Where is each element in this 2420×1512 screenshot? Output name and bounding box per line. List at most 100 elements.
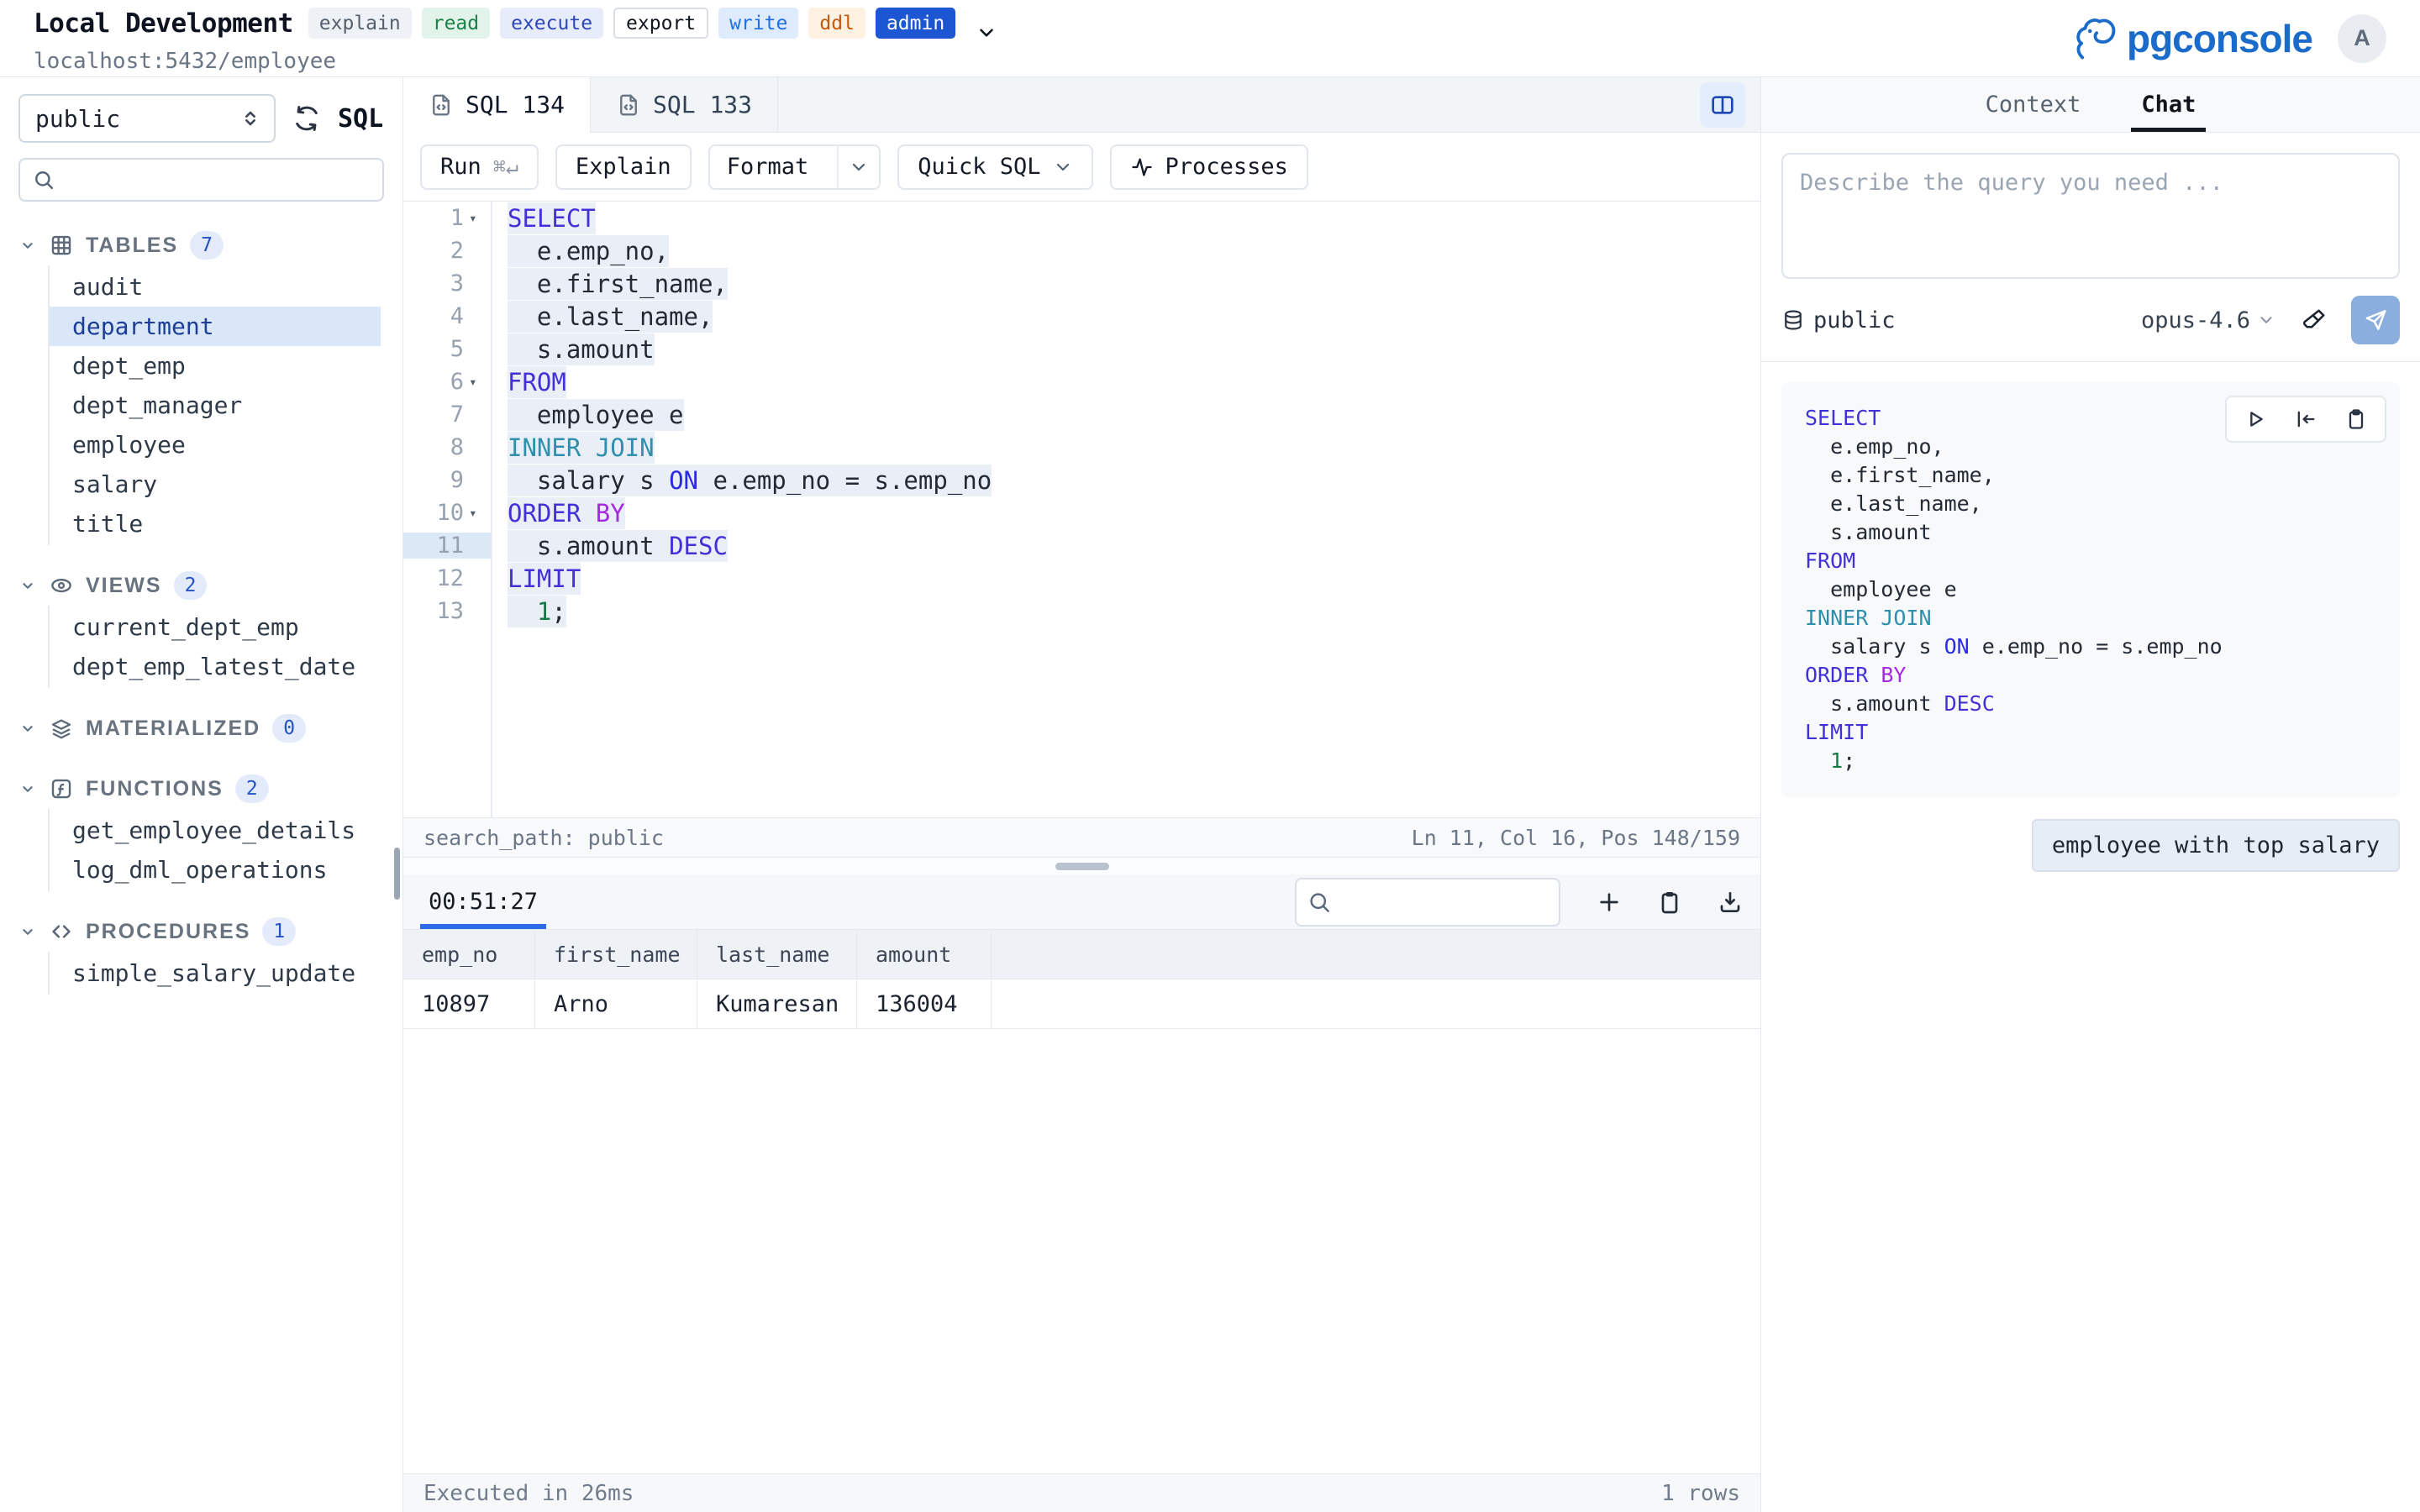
result-tab-timestamp[interactable]: 00:51:27 (420, 874, 546, 929)
execution-time: Executed in 26ms (424, 1481, 634, 1506)
cell-amount: 136004 (857, 979, 992, 1028)
tree-item-title[interactable]: title (50, 504, 381, 543)
results-splitter[interactable] (403, 858, 1760, 874)
tree-item-dept_emp_latest_date[interactable]: dept_emp_latest_date (50, 647, 381, 686)
explain-label: Explain (576, 154, 671, 180)
chat-schema-chip[interactable]: public (1781, 307, 1896, 333)
assistant-tabs: Context Chat (1761, 77, 2420, 133)
section-header-functions[interactable]: FUNCTIONS2 (0, 769, 402, 809)
run-sql-icon[interactable] (2244, 407, 2267, 431)
processes-label: Processes (1165, 154, 1288, 180)
editor-line-3[interactable]: 3 e.first_name, (403, 267, 1760, 300)
topbar: Local Development explainreadexecuteexpo… (0, 0, 2420, 77)
processes-button[interactable]: Processes (1110, 144, 1308, 190)
editor-statusbar: search_path: public Ln 11, Col 16, Pos 1… (403, 817, 1760, 858)
select-updown-icon (239, 107, 262, 130)
cell-first_name: Arno (535, 979, 697, 1028)
avatar[interactable]: A (2338, 14, 2386, 63)
chat-sql-line-12: LIMIT (1805, 718, 2376, 747)
editor-line-10[interactable]: 10▾ORDER BY (403, 496, 1760, 529)
editor-tabstrip: SQL 134 SQL 133 (403, 77, 1760, 133)
copy-sql-icon[interactable] (2344, 407, 2368, 431)
section-count-badge: 1 (262, 917, 296, 946)
editor-line-13[interactable]: 13 1; (403, 595, 1760, 627)
tree-section-views: VIEWS2current_dept_empdept_emp_latest_da… (0, 565, 402, 688)
tree-item-audit[interactable]: audit (50, 267, 381, 307)
editor-line-9[interactable]: 9 salary s ON e.emp_no = s.emp_no (403, 464, 1760, 496)
table-row[interactable]: 10897ArnoKumaresan136004 (403, 979, 1760, 1029)
run-label: Run (440, 154, 481, 180)
chevron-down-icon (18, 780, 37, 798)
column-header-first_name[interactable]: first_name (535, 930, 697, 979)
editor-line-5[interactable]: 5 s.amount (403, 333, 1760, 365)
chat-prompt-input[interactable] (1781, 153, 2400, 279)
sidebar-search-input[interactable] (18, 158, 384, 202)
chat-input-section: public opus-4.6 (1761, 133, 2420, 362)
sql-mode-label[interactable]: SQL (338, 104, 383, 134)
refresh-icon[interactable] (292, 104, 321, 133)
tree-item-get_employee_details[interactable]: get_employee_details (50, 811, 381, 850)
section-header-materialized[interactable]: MATERIALIZED0 (0, 708, 402, 748)
copy-results-icon[interactable] (1656, 889, 1683, 916)
elephant-logo-icon (2073, 16, 2118, 61)
tree-item-department[interactable]: department (50, 307, 381, 346)
cursor-position-status: Ln 11, Col 16, Pos 148/159 (1412, 826, 1740, 850)
tree-item-dept_manager[interactable]: dept_manager (50, 386, 381, 425)
connection-chevron-down-icon[interactable] (976, 22, 997, 44)
section-count-badge: 2 (174, 571, 208, 600)
editor-line-1[interactable]: 1▾SELECT (403, 202, 1760, 234)
table-icon (49, 233, 74, 258)
chat-sql-line-10: ORDER BY (1805, 661, 2376, 690)
tree-item-salary[interactable]: salary (50, 465, 381, 504)
editor-line-11[interactable]: 11 s.amount DESC (403, 529, 1760, 562)
sql-editor[interactable]: 1▾SELECT2 e.emp_no,3 e.first_name,4 e.la… (403, 202, 1760, 817)
editor-line-12[interactable]: 12LIMIT (403, 562, 1760, 595)
tree-item-current_dept_emp[interactable]: current_dept_emp (50, 607, 381, 647)
clear-chat-icon[interactable] (2301, 307, 2328, 333)
file-code-icon (429, 92, 454, 118)
schema-select[interactable]: public (18, 94, 276, 143)
tree-item-log_dml_operations[interactable]: log_dml_operations (50, 850, 381, 890)
model-select[interactable]: opus-4.6 (2141, 307, 2275, 333)
download-results-icon[interactable] (1717, 889, 1744, 916)
brand-name: pgconsole (2127, 16, 2312, 61)
tab-sql-134[interactable]: SQL 134 (403, 77, 591, 132)
split-pane-icon[interactable] (1700, 82, 1745, 128)
cell-filler (992, 979, 1760, 1028)
section-header-tables[interactable]: TABLES7 (0, 225, 402, 265)
editor-line-2[interactable]: 2 e.emp_no, (403, 234, 1760, 267)
sidebar-scrollbar-thumb[interactable] (394, 848, 400, 900)
send-button[interactable] (2351, 296, 2400, 344)
tab-context[interactable]: Context (1981, 77, 2086, 132)
results-search-input[interactable] (1295, 878, 1560, 927)
tree-section-procedures: PROCEDURES1simple_salary_update (0, 911, 402, 995)
column-header-amount[interactable]: amount (857, 930, 992, 979)
chat-sql-line-13: 1; (1805, 747, 2376, 775)
editor-line-7[interactable]: 7 employee e (403, 398, 1760, 431)
column-header-emp_no[interactable]: emp_no (403, 930, 535, 979)
drag-handle[interactable] (1055, 863, 1109, 870)
format-button[interactable]: Format (708, 144, 881, 190)
results-empty-area (403, 1029, 1760, 1473)
sidebar: public SQL TABLES7auditdep (0, 77, 403, 1512)
quick-sql-button[interactable]: Quick SQL (897, 144, 1092, 190)
tree-item-employee[interactable]: employee (50, 425, 381, 465)
run-button[interactable]: Run ⌘↵ (420, 144, 539, 190)
section-header-views[interactable]: VIEWS2 (0, 565, 402, 606)
tree-item-dept_emp[interactable]: dept_emp (50, 346, 381, 386)
editor-line-8[interactable]: 8INNER JOIN (403, 431, 1760, 464)
insert-into-editor-icon[interactable] (2294, 407, 2317, 431)
explain-button[interactable]: Explain (555, 144, 692, 190)
tab-sql-133[interactable]: SQL 133 (591, 77, 778, 132)
section-header-procedures[interactable]: PROCEDURES1 (0, 911, 402, 952)
format-chevron-down-icon[interactable] (837, 146, 879, 188)
tree-item-simple_salary_update[interactable]: simple_salary_update (50, 953, 381, 993)
add-result-tab-icon[interactable] (1596, 889, 1623, 916)
tab-chat[interactable]: Chat (2136, 77, 2201, 132)
model-chevron-down-icon (2257, 311, 2275, 329)
column-header-last_name[interactable]: last_name (697, 930, 857, 979)
editor-line-6[interactable]: 6▾FROM (403, 365, 1760, 398)
format-label: Format (710, 146, 826, 188)
editor-line-4[interactable]: 4 e.last_name, (403, 300, 1760, 333)
file-code-icon (616, 92, 641, 118)
